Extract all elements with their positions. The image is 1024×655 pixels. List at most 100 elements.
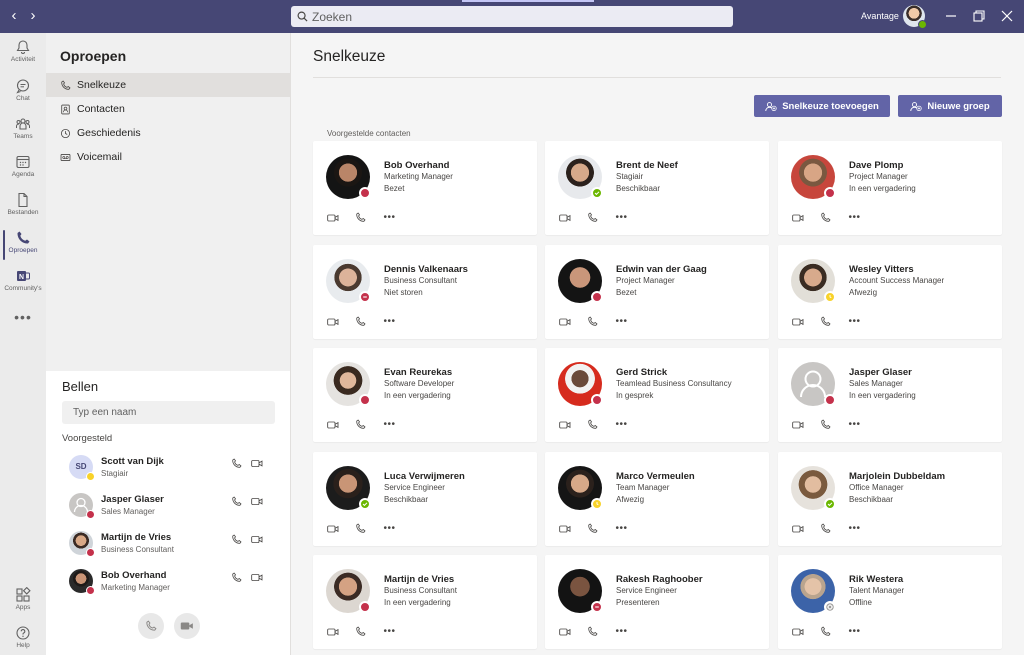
nav-item-speed-dial[interactable]: Snelkeuze: [46, 73, 290, 97]
phone-icon[interactable]: [819, 625, 832, 638]
restore-icon[interactable]: [971, 8, 987, 24]
nav-item-history[interactable]: Geschiedenis: [46, 121, 290, 145]
suggested-contact[interactable]: Martijn de Vries Business Consultant: [46, 527, 290, 565]
more-apps-icon[interactable]: •••: [0, 309, 46, 325]
more-options-icon[interactable]: •••: [848, 418, 861, 431]
phone-icon[interactable]: [819, 211, 832, 224]
video-icon[interactable]: [558, 211, 571, 224]
audio-call-button[interactable]: [138, 613, 164, 639]
video-icon[interactable]: [558, 625, 571, 638]
new-group-button[interactable]: Nieuwe groep: [898, 95, 1002, 117]
rail-item-calendar[interactable]: Agenda: [0, 150, 46, 188]
suggested-contact[interactable]: Jasper Glaser Sales Manager: [46, 489, 290, 527]
forward-arrow-icon[interactable]: ›: [24, 7, 42, 25]
video-icon[interactable]: [791, 625, 804, 638]
contact-card[interactable]: Martijn de Vries Business Consultant In ee…: [313, 555, 537, 649]
phone-icon[interactable]: [231, 458, 242, 469]
video-icon[interactable]: [326, 211, 339, 224]
more-options-icon[interactable]: •••: [615, 211, 628, 224]
contact-card[interactable]: Evan Reurekas Software Developer In een ve…: [313, 348, 537, 442]
phone-icon[interactable]: [354, 522, 367, 535]
video-icon[interactable]: [326, 315, 339, 328]
rail-item-activity[interactable]: Activiteit: [0, 35, 46, 73]
video-icon[interactable]: [558, 418, 571, 431]
contact-card[interactable]: Dennis Valkenaars Business Consultant Niet…: [313, 245, 537, 339]
phone-icon[interactable]: [231, 534, 242, 545]
rail-item-teams[interactable]: Teams: [0, 112, 46, 150]
contact-card[interactable]: Rik Westera Talent Manager Offline •••: [778, 555, 1002, 649]
rail-item-chat[interactable]: Chat: [0, 74, 46, 112]
contact-card[interactable]: Gerd Strick Teamlead Business Consultancy…: [545, 348, 769, 442]
more-options-icon[interactable]: •••: [848, 315, 861, 328]
phone-icon[interactable]: [586, 315, 599, 328]
more-options-icon[interactable]: •••: [848, 522, 861, 535]
contact-card[interactable]: Luca Verwijmeren Service Engineer Beschikb…: [313, 452, 537, 546]
phone-icon[interactable]: [819, 522, 832, 535]
phone-icon[interactable]: [586, 522, 599, 535]
video-icon[interactable]: [791, 315, 804, 328]
phone-icon[interactable]: [354, 418, 367, 431]
contact-card[interactable]: Rakesh Raghoober Service Engineer Presente…: [545, 555, 769, 649]
video-icon[interactable]: [558, 522, 571, 535]
phone-icon[interactable]: [586, 418, 599, 431]
rail-item-files[interactable]: Bestanden: [0, 188, 46, 226]
phone-icon[interactable]: [231, 496, 242, 507]
phone-icon[interactable]: [354, 315, 367, 328]
phone-icon[interactable]: [354, 211, 367, 224]
more-options-icon[interactable]: •••: [383, 625, 396, 638]
add-speed-dial-button[interactable]: Snelkeuze toevoegen: [754, 95, 890, 117]
more-options-icon[interactable]: •••: [383, 211, 396, 224]
nav-item-contacts[interactable]: Contacten: [46, 97, 290, 121]
more-options-icon[interactable]: •••: [383, 418, 396, 431]
video-icon[interactable]: [791, 418, 804, 431]
contact-card[interactable]: Dave Plomp Project Manager In een vergader…: [778, 141, 1002, 235]
more-options-icon[interactable]: •••: [615, 418, 628, 431]
nav-item-voicemail[interactable]: Voicemail: [46, 145, 290, 169]
contact-card[interactable]: Bob Overhand Marketing Manager Bezet •••: [313, 141, 537, 235]
video-icon[interactable]: [251, 572, 263, 583]
video-icon[interactable]: [326, 522, 339, 535]
rail-item-apps[interactable]: Apps: [0, 583, 46, 621]
more-options-icon[interactable]: •••: [383, 315, 396, 328]
phone-icon[interactable]: [586, 625, 599, 638]
video-icon[interactable]: [791, 522, 804, 535]
video-call-button[interactable]: [174, 613, 200, 639]
more-options-icon[interactable]: •••: [848, 625, 861, 638]
suggested-contact[interactable]: Bob Overhand Marketing Manager: [46, 565, 290, 603]
video-icon[interactable]: [251, 534, 263, 545]
dial-name-input[interactable]: [62, 401, 275, 424]
contact-card[interactable]: Jasper Glaser Sales Manager In een vergade…: [778, 348, 1002, 442]
search-bar[interactable]: [291, 6, 733, 27]
contact-card[interactable]: Marjolein Dubbeldam Office Manager Beschik…: [778, 452, 1002, 546]
more-options-icon[interactable]: •••: [615, 522, 628, 535]
phone-icon[interactable]: [819, 315, 832, 328]
user-avatar[interactable]: [903, 5, 927, 29]
more-options-icon[interactable]: •••: [615, 625, 628, 638]
suggested-contact[interactable]: SD Scott van Dijk Stagiair: [46, 451, 290, 489]
rail-item-communities[interactable]: N Community's: [0, 264, 46, 302]
search-input[interactable]: [312, 9, 712, 24]
video-icon[interactable]: [251, 496, 263, 507]
more-options-icon[interactable]: •••: [848, 211, 861, 224]
contact-card[interactable]: Marco Vermeulen Team Manager Afwezig •••: [545, 452, 769, 546]
rail-item-calls[interactable]: Oproepen: [0, 226, 46, 264]
phone-icon[interactable]: [231, 572, 242, 583]
video-icon[interactable]: [326, 418, 339, 431]
contact-card[interactable]: Edwin van der Gaag Project Manager Bezet ••…: [545, 245, 769, 339]
video-icon[interactable]: [251, 458, 263, 469]
more-options-icon[interactable]: •••: [383, 522, 396, 535]
org-name[interactable]: Avantage: [861, 11, 899, 21]
phone-icon[interactable]: [354, 625, 367, 638]
video-icon[interactable]: [791, 211, 804, 224]
close-icon[interactable]: [999, 8, 1015, 24]
rail-item-help[interactable]: Help: [0, 621, 46, 655]
back-arrow-icon[interactable]: ‹: [5, 7, 23, 25]
more-options-icon[interactable]: •••: [615, 315, 628, 328]
video-icon[interactable]: [326, 625, 339, 638]
video-icon[interactable]: [558, 315, 571, 328]
phone-icon[interactable]: [819, 418, 832, 431]
contact-card[interactable]: Brent de Neef Stagiair Beschikbaar •••: [545, 141, 769, 235]
contact-card[interactable]: Wesley Vitters Account Success Manager Afw…: [778, 245, 1002, 339]
minimize-icon[interactable]: [943, 8, 959, 24]
phone-icon[interactable]: [586, 211, 599, 224]
